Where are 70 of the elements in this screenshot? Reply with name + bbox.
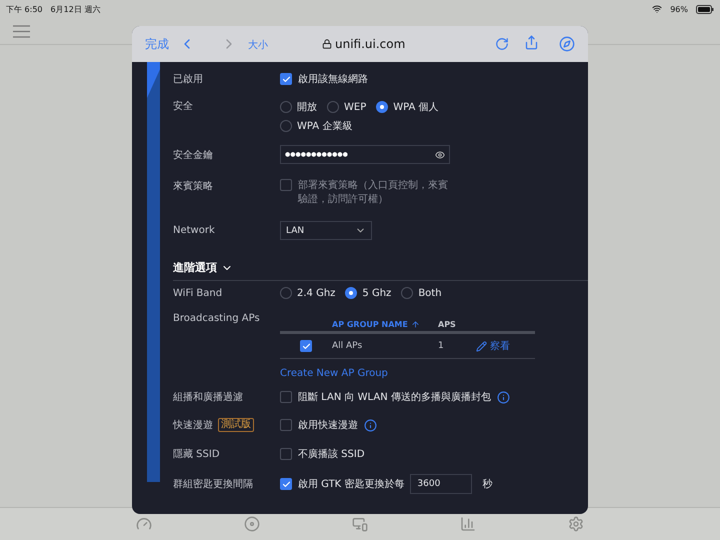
field-label: Broadcasting APs bbox=[173, 313, 261, 324]
status-time: 下午 6:50 bbox=[6, 4, 43, 14]
gauge-icon[interactable] bbox=[136, 516, 152, 532]
menu-icon[interactable] bbox=[13, 24, 30, 38]
pencil-icon bbox=[476, 340, 487, 352]
wifi-icon bbox=[652, 4, 662, 14]
reload-icon[interactable] bbox=[495, 37, 509, 51]
field-label: 來賓策略 bbox=[173, 180, 214, 193]
radio-button[interactable] bbox=[327, 101, 339, 113]
field-label: 安全 bbox=[173, 100, 194, 114]
network-select[interactable]: LAN bbox=[280, 221, 372, 240]
status-date: 6月12日 週六 bbox=[50, 4, 100, 14]
field-label: 快速漫遊 bbox=[173, 418, 213, 432]
checkbox-label: 阻斷 LAN 向 WLAN 傳送的多播與廣播封包 bbox=[298, 390, 491, 404]
checkbox-label: 啟用快速漫遊 bbox=[298, 418, 358, 432]
battery-percent: 96% bbox=[670, 4, 688, 14]
radio-button[interactable] bbox=[376, 101, 388, 113]
checkbox-label: 部署來賓策略（入口頁控制，來賓驗證，訪問許可權） bbox=[298, 179, 448, 207]
info-icon[interactable] bbox=[496, 390, 510, 404]
sort-arrow-icon bbox=[410, 320, 420, 328]
create-ap-group-link[interactable]: Create New AP Group bbox=[280, 368, 535, 379]
eye-icon bbox=[435, 150, 445, 160]
unit-label: 秒 bbox=[482, 478, 492, 491]
checkbox-label: 啟用該無線網路 bbox=[298, 72, 368, 86]
radio-label: 5 Ghz bbox=[362, 288, 392, 298]
view-button[interactable]: 察看 bbox=[476, 339, 510, 353]
advanced-options-toggle[interactable]: 進階選項 bbox=[173, 260, 233, 275]
settings-icon[interactable] bbox=[568, 516, 584, 532]
bar-chart-icon[interactable] bbox=[460, 516, 476, 532]
field-label: 安全金鑰 bbox=[173, 148, 214, 162]
field-label: 隱藏 SSID bbox=[173, 448, 220, 461]
url-field[interactable]: unifi.ui.com bbox=[335, 37, 406, 51]
target-icon[interactable] bbox=[244, 516, 260, 532]
field-label: WiFi Band bbox=[173, 288, 224, 298]
devices-icon[interactable] bbox=[352, 516, 368, 532]
interval-field[interactable]: 3600 bbox=[410, 474, 472, 494]
share-icon[interactable] bbox=[524, 35, 539, 50]
field-label: 組播和廣播過濾 bbox=[173, 390, 243, 404]
field-label: 群組密匙更換間隔 bbox=[173, 478, 253, 491]
radio-label: WPA 企業級 bbox=[297, 120, 352, 133]
radio-label: Both bbox=[418, 288, 442, 298]
column-header: APS bbox=[438, 320, 456, 328]
column-header: AP GROUP NAME bbox=[332, 320, 408, 328]
checkbox[interactable] bbox=[300, 340, 312, 352]
info-icon[interactable] bbox=[364, 418, 377, 432]
checkbox[interactable] bbox=[280, 391, 292, 403]
radio-button[interactable] bbox=[280, 120, 292, 132]
radio-button[interactable] bbox=[345, 287, 358, 299]
checkbox[interactable] bbox=[280, 73, 292, 85]
radio-label: WEP bbox=[344, 102, 366, 112]
radio-label: WPA 個人 bbox=[393, 101, 439, 114]
checkbox-label: 不廣播該 SSID bbox=[298, 448, 365, 461]
beta-tag: 測試版 bbox=[218, 418, 254, 432]
checkbox[interactable] bbox=[280, 448, 292, 460]
radio-label: 開放 bbox=[297, 101, 317, 114]
checkbox[interactable] bbox=[280, 419, 292, 431]
radio-button[interactable] bbox=[280, 101, 292, 113]
checkbox[interactable] bbox=[280, 179, 292, 191]
battery-icon bbox=[696, 4, 714, 14]
table-cell: All APs bbox=[332, 341, 362, 351]
radio-button[interactable] bbox=[401, 287, 414, 299]
lock-icon bbox=[322, 39, 332, 49]
field-label: Network bbox=[173, 225, 216, 236]
radio-label: 2.4 Ghz bbox=[297, 288, 336, 298]
compass-icon[interactable] bbox=[559, 36, 575, 52]
radio-button[interactable] bbox=[280, 287, 292, 299]
field-label: 已啟用 bbox=[173, 73, 204, 86]
checkbox-label: 啟用 GTK 密匙更換於每 bbox=[298, 478, 404, 491]
table-cell: 1 bbox=[438, 341, 444, 351]
checkbox[interactable] bbox=[280, 478, 292, 490]
